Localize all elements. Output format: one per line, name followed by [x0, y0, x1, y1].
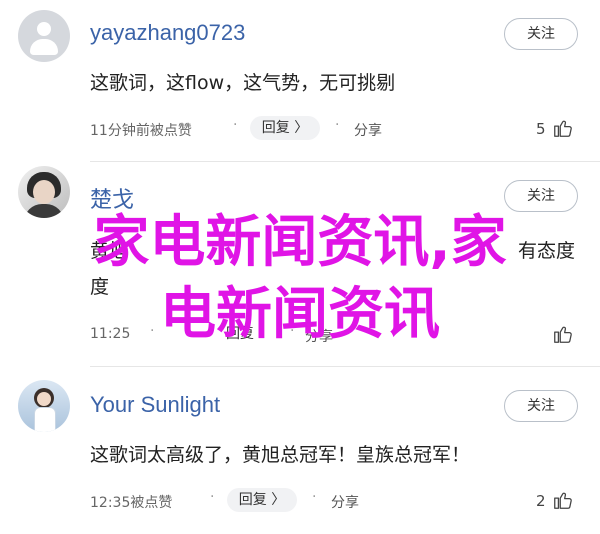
comment-text: 这歌词，这flow，这气势，无可挑剔 [90, 72, 396, 94]
separator-dot: · [335, 117, 340, 133]
watermark-line-2: 电新闻资讯 [160, 282, 440, 347]
follow-button[interactable]: 关注 [504, 390, 578, 422]
comment-username[interactable]: Your Sunlight [90, 392, 220, 418]
reply-button[interactable]: 回复 〉 [250, 116, 320, 140]
comment-text: 这歌词太高级了，黄旭总冠军！皇族总冠军！ [90, 444, 471, 466]
divider [90, 161, 600, 162]
watermark-line-1: 家电新闻资讯,家 [93, 210, 507, 275]
comment-username[interactable]: yayazhang0723 [90, 20, 245, 46]
divider [90, 366, 600, 367]
separator-dot: · [233, 117, 238, 133]
share-button[interactable]: 分享 [354, 120, 382, 140]
user-avatar[interactable] [18, 10, 70, 62]
comment-meta: 12:35被点赞 · 回复 〉 · 分享 2 [90, 488, 590, 514]
share-button[interactable]: 分享 [331, 492, 359, 512]
separator-dot: · [210, 489, 215, 505]
like-count: 2 [536, 492, 546, 510]
user-avatar[interactable] [18, 380, 70, 432]
comment-time: 12:35被点赞 [90, 495, 173, 511]
comment-time: 11分钟前被点赞 [90, 123, 192, 139]
like-count: 5 [536, 120, 546, 138]
thumbs-up-icon[interactable] [552, 488, 574, 512]
comment-meta: 11分钟前被点赞 · 回复 〉 · 分享 5 [90, 116, 590, 142]
separator-dot: · [312, 489, 317, 505]
thumbs-up-icon[interactable] [552, 116, 574, 140]
follow-button[interactable]: 关注 [504, 18, 578, 50]
reply-button[interactable]: 回复 〉 [227, 488, 297, 512]
